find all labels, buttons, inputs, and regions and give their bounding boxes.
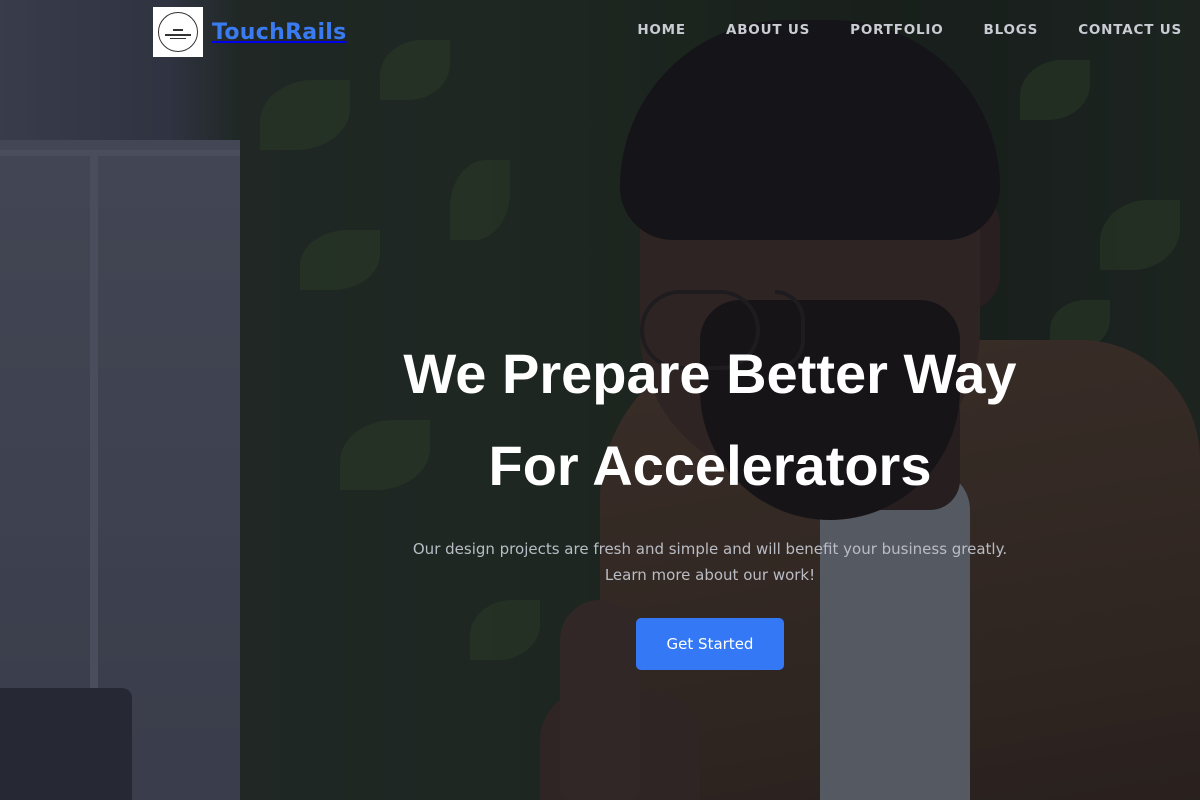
brand-home-link[interactable]: TouchRails [153, 7, 347, 57]
hero-subtitle: Our design projects are fresh and simple… [412, 540, 1008, 584]
get-started-button[interactable]: Get Started [635, 618, 785, 670]
site-header: TouchRails HOME ABOUT US PORTFOLIO BLOGS… [0, 0, 1200, 64]
nav-contact-us[interactable]: CONTACT US [1078, 22, 1182, 38]
brand-name: TouchRails [212, 19, 347, 45]
logo-text-mark [165, 33, 191, 36]
hero-section: We Prepare Better Way For Accelerators O… [300, 328, 1120, 670]
hero-title-line-2: For Accelerators [488, 434, 932, 497]
nav-home[interactable]: HOME [637, 22, 686, 38]
nav-portfolio[interactable]: PORTFOLIO [850, 22, 943, 38]
logo-seal [158, 12, 198, 52]
logo-crown-mark [173, 25, 183, 31]
company-seal-logo-icon [153, 7, 203, 57]
main-nav: HOME ABOUT US PORTFOLIO BLOGS CONTACT US [637, 22, 1182, 38]
nav-about-us[interactable]: ABOUT US [726, 22, 810, 38]
hero-title-line-1: We Prepare Better Way [403, 342, 1017, 405]
hero-title: We Prepare Better Way For Accelerators [300, 328, 1120, 512]
logo-text-mark [170, 37, 186, 39]
nav-blogs[interactable]: BLOGS [984, 22, 1039, 38]
